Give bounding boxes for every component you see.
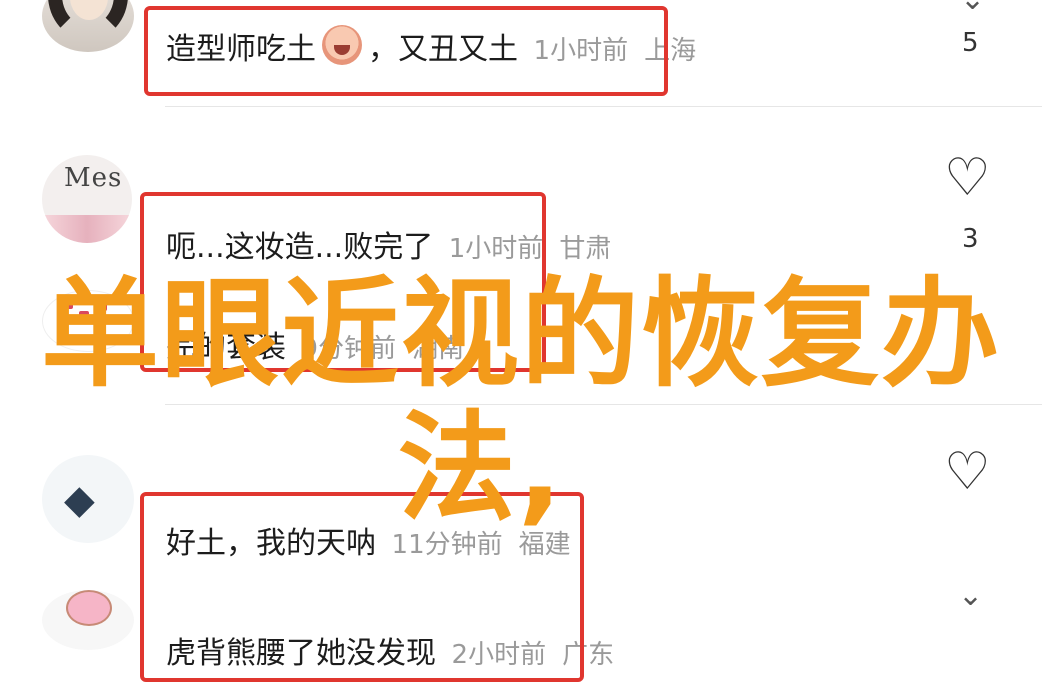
overlay-title-line-2: 法,: [397, 399, 565, 537]
chevron-down-icon[interactable]: ⌄: [960, 0, 985, 17]
avatar[interactable]: Mes: [42, 155, 132, 243]
avatar[interactable]: [42, 0, 134, 52]
avatar-text: Mes: [64, 163, 123, 193]
avatar[interactable]: [42, 590, 134, 650]
heart-outline-icon[interactable]: ♡: [944, 152, 991, 204]
divider: [165, 106, 1042, 107]
like-count: 5: [962, 28, 979, 58]
highlight-box: [144, 6, 668, 96]
chevron-down-icon[interactable]: ⌄: [958, 578, 983, 613]
